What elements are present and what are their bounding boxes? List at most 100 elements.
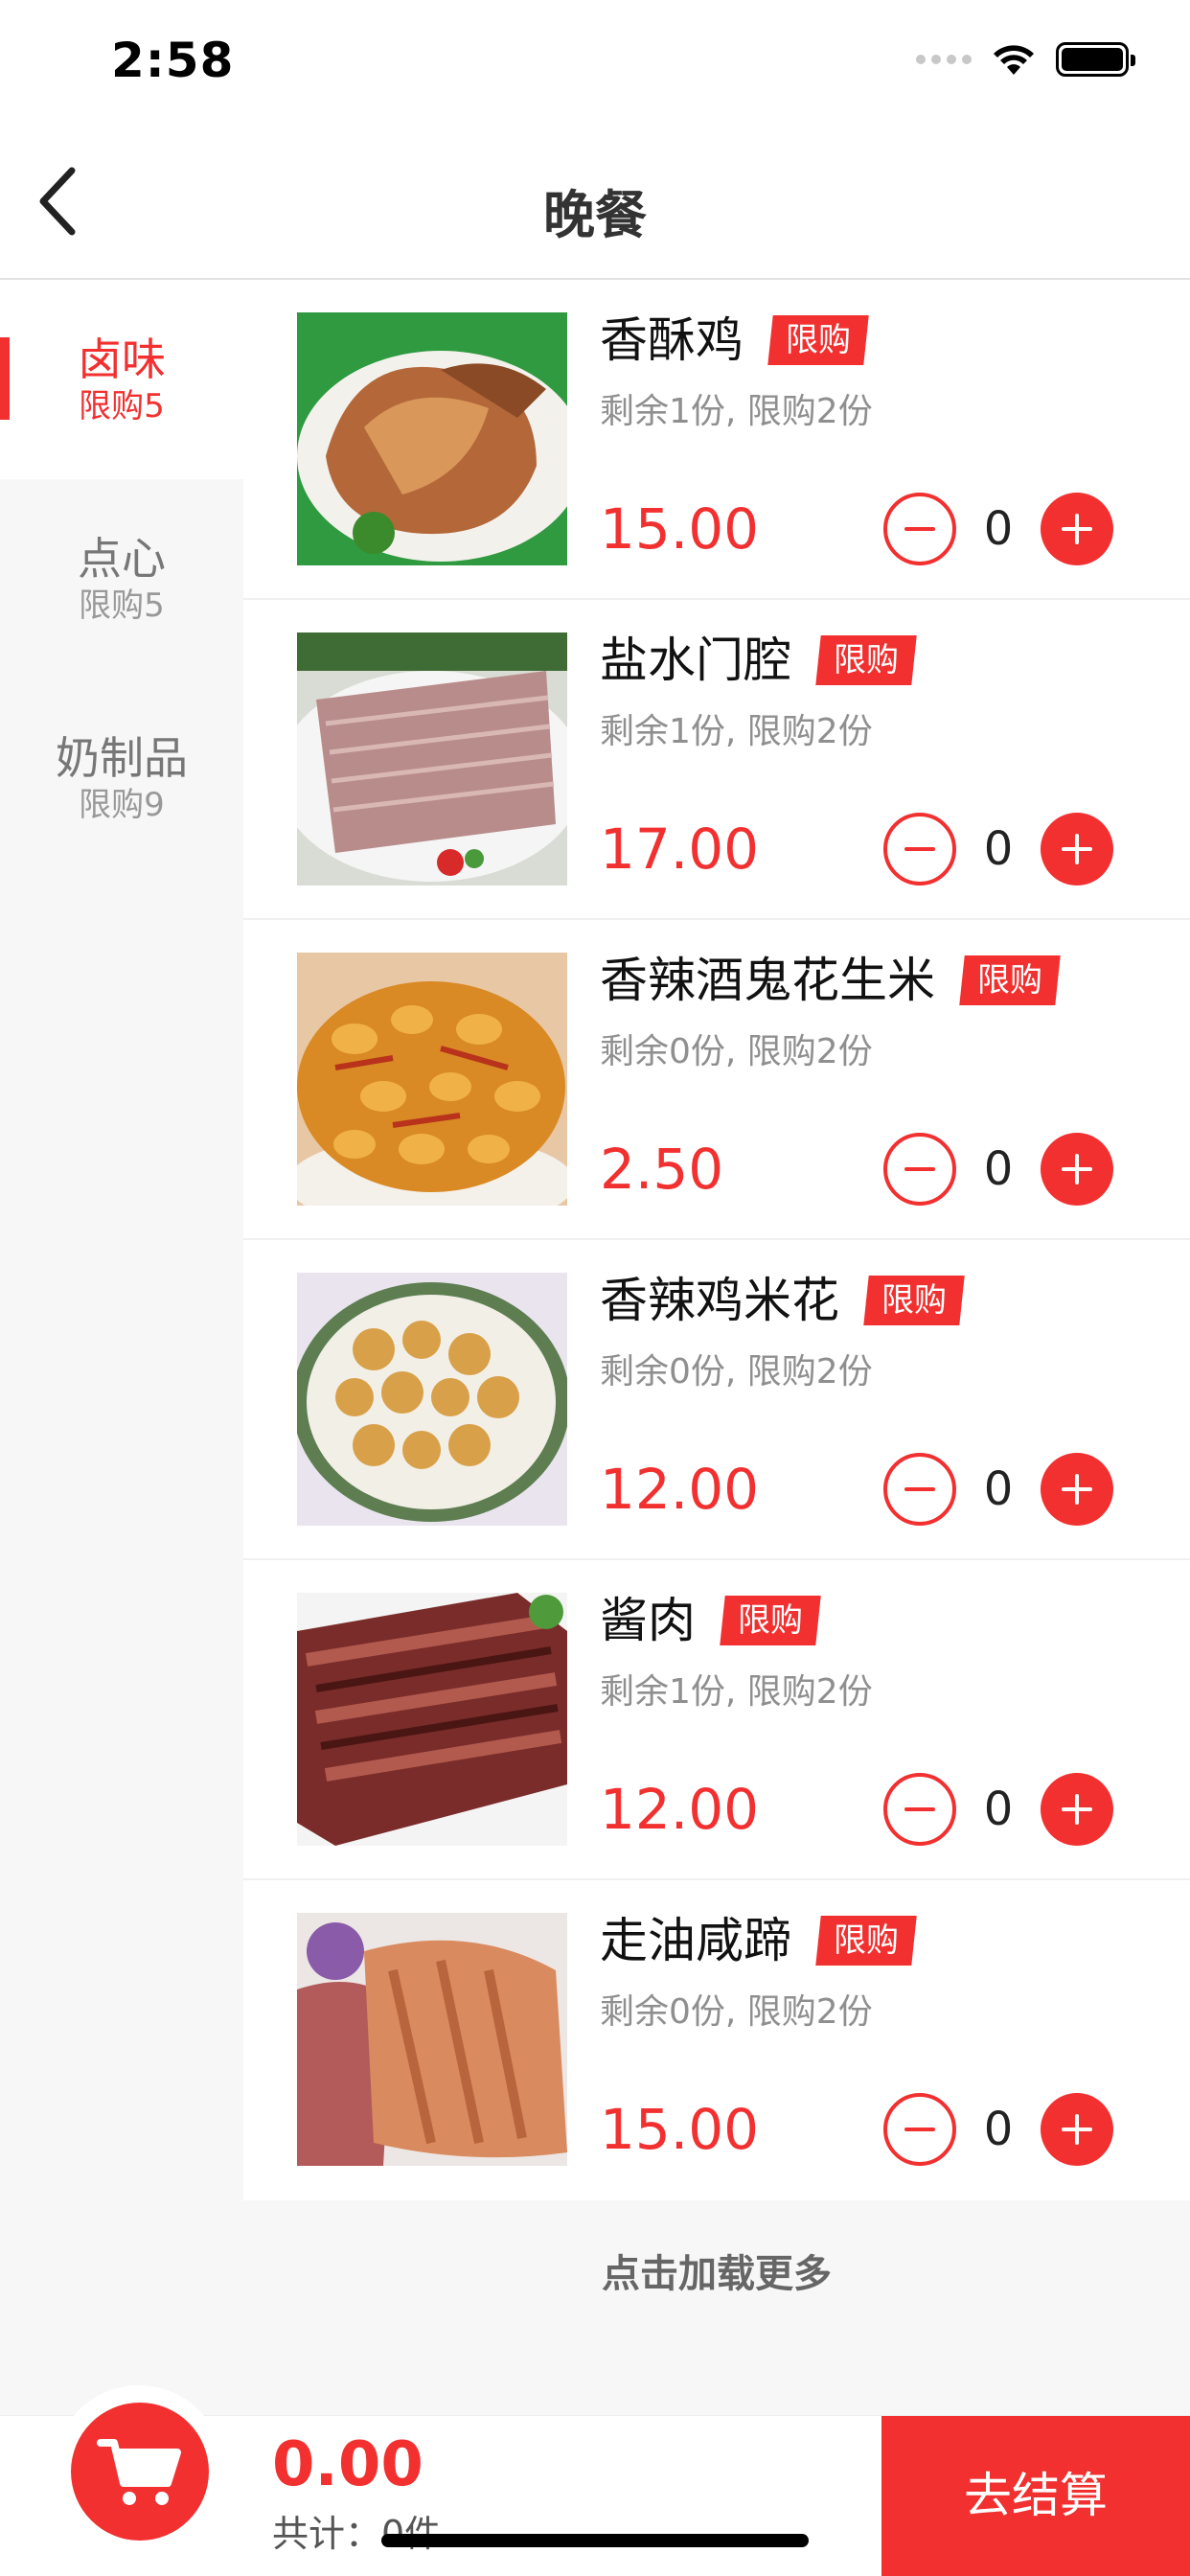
load-more-button[interactable]: 点击加载更多 — [243, 2242, 1190, 2298]
home-indicator[interactable] — [381, 2534, 809, 2547]
increase-button[interactable] — [1041, 493, 1113, 565]
page-title: 晚餐 — [543, 185, 647, 245]
product-price: 15.00 — [600, 496, 760, 562]
product-name: 酱肉 — [600, 1593, 696, 1648]
plus-icon — [1062, 834, 1092, 864]
limit-badge: 限购 — [863, 1276, 965, 1325]
decrease-button[interactable] — [883, 1133, 956, 1206]
decrease-button[interactable] — [883, 1453, 956, 1526]
decrease-button[interactable] — [883, 1773, 956, 1846]
product-name: 香酥鸡 — [600, 312, 744, 368]
sidebar-item-naizhipin[interactable]: 奶制品 限购9 — [0, 678, 243, 878]
cart-total-price: 0.00 — [272, 2429, 423, 2500]
decrease-button[interactable] — [883, 493, 956, 565]
product-title: 香酥鸡 限购 — [600, 309, 869, 372]
product-row: 香辣酒鬼花生米 限购 剩余0份, 限购2份 2.50 0 — [243, 920, 1190, 1240]
quantity-value: 0 — [983, 502, 1014, 556]
increase-button[interactable] — [1041, 1133, 1113, 1206]
shopping-cart-icon — [97, 2439, 181, 2505]
product-image[interactable] — [297, 1273, 567, 1526]
product-image[interactable] — [297, 632, 567, 886]
plus-icon — [1062, 1794, 1092, 1825]
limit-badge: 限购 — [767, 315, 869, 365]
product-price: 15.00 — [600, 2097, 760, 2162]
product-image[interactable] — [297, 1593, 567, 1846]
plus-icon — [1062, 1154, 1092, 1184]
increase-button[interactable] — [1041, 1453, 1113, 1526]
product-row: 走油咸蹄 限购 剩余0份, 限购2份 15.00 0 — [243, 1880, 1190, 2200]
quantity-value: 0 — [983, 1782, 1014, 1836]
sidebar-item-limit: 限购5 — [79, 387, 165, 426]
product-image[interactable] — [297, 312, 567, 565]
quantity-value: 0 — [983, 1462, 1014, 1516]
quantity-stepper: 0 — [883, 1453, 1113, 1526]
sidebar-item-label: 奶制品 — [56, 732, 188, 784]
product-price: 17.00 — [600, 816, 760, 882]
product-row: 酱肉 限购 剩余1份, 限购2份 12.00 0 — [243, 1560, 1190, 1880]
product-image[interactable] — [297, 1913, 567, 2166]
sidebar-item-luwei[interactable]: 卤味 限购5 — [0, 280, 243, 479]
product-title: 酱肉 限购 — [600, 1589, 821, 1652]
sidebar-item-label: 卤味 — [78, 334, 166, 385]
limit-badge: 限购 — [815, 635, 917, 685]
minus-icon — [904, 1487, 935, 1491]
stock-info: 剩余1份, 限购2份 — [600, 1672, 873, 1712]
cellular-signal-icon — [916, 55, 972, 64]
quantity-stepper: 0 — [883, 2093, 1113, 2166]
decrease-button[interactable] — [883, 2093, 956, 2166]
product-title: 香辣鸡米花 限购 — [600, 1269, 965, 1332]
product-price: 2.50 — [600, 1137, 724, 1202]
quantity-stepper: 0 — [883, 813, 1113, 886]
status-time: 2:58 — [111, 33, 235, 88]
product-price: 12.00 — [600, 1457, 760, 1522]
increase-button[interactable] — [1041, 1773, 1113, 1846]
battery-icon — [1056, 42, 1135, 77]
plus-icon — [1062, 2114, 1092, 2145]
load-more-area: 点击加载更多 — [243, 2200, 1190, 2415]
limit-badge: 限购 — [959, 955, 1061, 1005]
quantity-value: 0 — [983, 1142, 1014, 1196]
sidebar-item-dianxin[interactable]: 点心 限购5 — [0, 479, 243, 678]
sidebar-item-limit: 限购5 — [79, 586, 165, 625]
minus-icon — [904, 1807, 935, 1811]
quantity-stepper: 0 — [883, 1133, 1113, 1206]
product-title: 盐水门腔 限购 — [600, 629, 917, 692]
quantity-stepper: 0 — [883, 1773, 1113, 1846]
wifi-icon — [994, 45, 1034, 75]
product-name: 香辣鸡米花 — [600, 1273, 839, 1328]
increase-button[interactable] — [1041, 2093, 1113, 2166]
product-row: 盐水门腔 限购 剩余1份, 限购2份 17.00 0 — [243, 600, 1190, 920]
minus-icon — [904, 847, 935, 851]
minus-icon — [904, 527, 935, 531]
product-price: 12.00 — [600, 1777, 760, 1842]
quantity-value: 0 — [983, 2103, 1014, 2156]
increase-button[interactable] — [1041, 813, 1113, 886]
product-title: 走油咸蹄 限购 — [600, 1909, 917, 1972]
status-icons — [916, 42, 1135, 77]
product-image[interactable] — [297, 953, 567, 1206]
stock-info: 剩余0份, 限购2份 — [600, 1992, 873, 2032]
stock-info: 剩余0份, 限购2份 — [600, 1352, 873, 1392]
product-name: 盐水门腔 — [600, 632, 791, 688]
limit-badge: 限购 — [720, 1596, 821, 1645]
sidebar-item-label: 点心 — [78, 533, 166, 585]
product-row: 香辣鸡米花 限购 剩余0份, 限购2份 12.00 0 — [243, 1240, 1190, 1560]
minus-icon — [904, 1167, 935, 1171]
cart-item-count: 共计：0件 — [272, 2513, 442, 2555]
cart-bar: 0.00 共计：0件 去结算 — [0, 2385, 1190, 2576]
plus-icon — [1062, 1474, 1092, 1505]
product-title: 香辣酒鬼花生米 限购 — [600, 949, 1061, 1012]
product-list: 香酥鸡 限购 剩余1份, 限购2份 15.00 0 盐水门腔 限购 剩余1份, … — [243, 280, 1190, 2200]
stock-info: 剩余1份, 限购2份 — [600, 392, 873, 431]
sidebar-item-limit: 限购9 — [79, 786, 165, 824]
decrease-button[interactable] — [883, 813, 956, 886]
status-bar: 2:58 — [0, 0, 1190, 125]
stock-info: 剩余1份, 限购2份 — [600, 712, 873, 751]
limit-badge: 限购 — [815, 1916, 917, 1966]
quantity-value: 0 — [983, 822, 1014, 876]
checkout-button[interactable]: 去结算 — [881, 2416, 1190, 2576]
cart-button[interactable] — [71, 2403, 209, 2541]
product-name: 走油咸蹄 — [600, 1913, 791, 1968]
minus-icon — [904, 2128, 935, 2131]
quantity-stepper: 0 — [883, 493, 1113, 565]
